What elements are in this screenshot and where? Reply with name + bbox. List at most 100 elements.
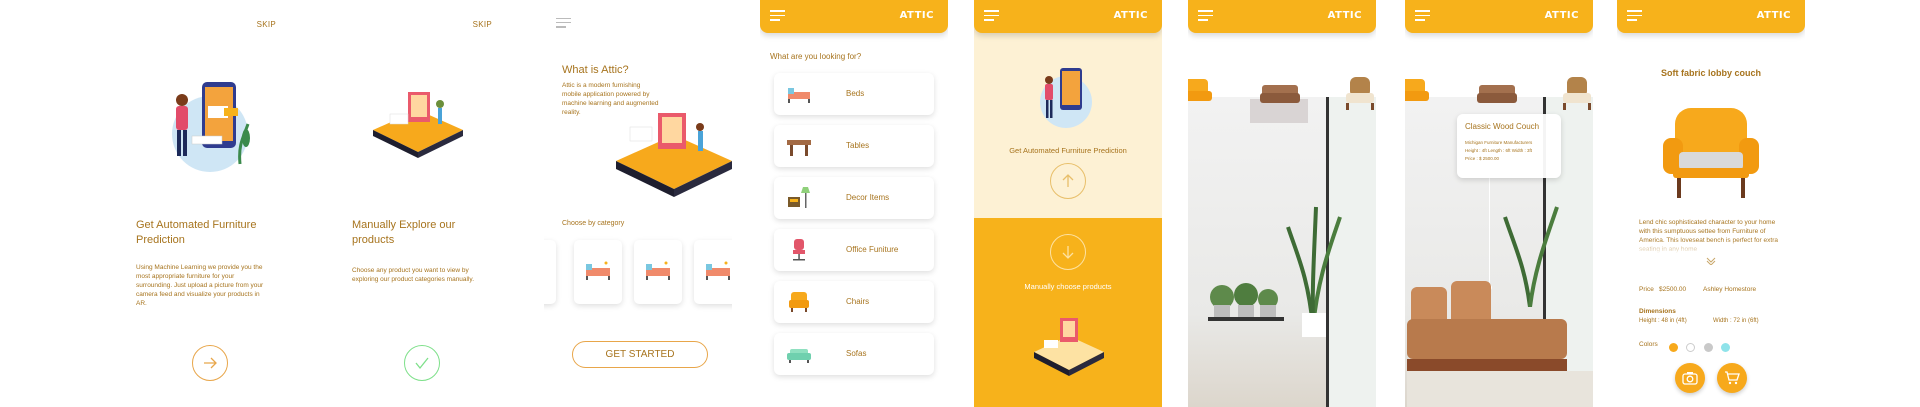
onboarding-screen-auto: SKIP Get Automated Furniture Prediction …: [110, 0, 298, 407]
category-label: Office Funiture: [846, 245, 899, 254]
product-title: Soft fabric lobby couch: [1660, 68, 1761, 78]
manual-choose-panel[interactable]: Manually choose products: [974, 218, 1162, 407]
camera-icon: [1682, 372, 1698, 385]
app-header: ATTIC: [1188, 0, 1376, 33]
phone-ar-illustration: [1040, 68, 1092, 128]
menu-icon[interactable]: [556, 18, 571, 29]
category-label: Beds: [846, 89, 865, 98]
height-value: Height : 48 in (4ft): [1639, 318, 1687, 324]
furniture-strip: [1405, 33, 1593, 110]
app-header: ATTIC: [1405, 0, 1593, 33]
category-item-sofas[interactable]: Sofas: [774, 333, 934, 375]
onboarding-title: Manually Explore our products: [352, 219, 456, 246]
category-thumb[interactable]: [634, 240, 682, 304]
isometric-room-illustration: [373, 92, 463, 158]
add-to-cart-button[interactable]: [1717, 363, 1747, 393]
category-label: Chairs: [846, 297, 870, 306]
office-chair-icon: [793, 239, 805, 261]
skip-button[interactable]: SKIP: [473, 20, 492, 29]
small-plants-image: [1208, 283, 1284, 321]
color-swatch-cyan[interactable]: [1721, 343, 1731, 353]
dimensions-label: Dimensions: [1639, 308, 1676, 315]
manual-choose-label: Manually choose products: [1024, 282, 1112, 291]
sofa-thumb[interactable]: [1258, 75, 1302, 111]
app-logo: ATTIC: [1756, 10, 1791, 21]
product-info-dimensions: Height : 4ft Length : 6ft Width : 3ft: [1465, 148, 1533, 153]
checkmark-icon: [415, 357, 429, 370]
bed-icon: [646, 261, 670, 280]
couch-ar-model: [1407, 281, 1593, 407]
get-started-button[interactable]: GET STARTED: [572, 341, 708, 368]
price-label: Price: [1639, 286, 1654, 293]
browse-button[interactable]: [1050, 234, 1086, 270]
category-thumb[interactable]: [544, 240, 556, 304]
categories-prompt: What are you looking for?: [770, 52, 862, 61]
lamp-icon: [788, 187, 810, 208]
app-logo: ATTIC: [1327, 10, 1362, 21]
product-description: Lend chic sophisticated character to you…: [1639, 219, 1778, 253]
upload-button[interactable]: [1050, 163, 1086, 199]
classic-chair-thumb[interactable]: [1338, 75, 1376, 111]
app-logo: ATTIC: [899, 10, 934, 21]
next-button[interactable]: [192, 345, 228, 381]
arrow-right-icon: [204, 357, 217, 369]
app-logo: ATTIC: [1544, 10, 1579, 21]
menu-icon[interactable]: [1415, 10, 1430, 21]
arrow-down-icon: [1062, 246, 1074, 259]
onboarding-description: Choose any product you want to view by e…: [352, 267, 475, 283]
onboarding-screen-manual: SKIP Manually Explore our products Choos…: [326, 0, 514, 407]
color-swatch-gray[interactable]: [1703, 343, 1713, 353]
room-camera-view: [1188, 97, 1376, 407]
sofa-thumb[interactable]: [1475, 75, 1519, 111]
onboarding-description: Using Machine Learning we provide you th…: [136, 264, 264, 307]
skip-button[interactable]: SKIP: [257, 20, 276, 29]
ar-view-screen: ATTIC: [1188, 0, 1376, 407]
confirm-button[interactable]: [404, 345, 440, 381]
category-label: Tables: [846, 141, 870, 150]
armchair-icon: [789, 292, 809, 312]
plant-image: [1286, 206, 1342, 337]
app-header: ATTIC: [760, 0, 948, 33]
armchair-product-image: [1663, 108, 1759, 198]
isometric-room-illustration: [1034, 318, 1104, 376]
price-value: $2500.00: [1659, 286, 1687, 293]
chevron-down-icon[interactable]: [1706, 257, 1716, 265]
product-info-card[interactable]: Classic Wood Couch Michigan Furniture Ma…: [1457, 114, 1561, 178]
ar-camera-button[interactable]: [1675, 363, 1705, 393]
product-info-maker: Michigan Furniture Manufacturers: [1465, 140, 1533, 145]
table-icon: [787, 140, 811, 156]
bed-icon: [788, 88, 810, 103]
menu-icon[interactable]: [1627, 10, 1642, 21]
auto-prediction-label: Get Automated Furniture Prediction: [1009, 146, 1127, 155]
app-header: ATTIC: [1617, 0, 1805, 33]
category-item-tables[interactable]: Tables: [774, 125, 934, 167]
app-header: ATTIC: [974, 0, 1162, 33]
about-title: What is Attic?: [562, 64, 629, 76]
category-item-office[interactable]: Office Funiture: [774, 229, 934, 271]
color-swatch-orange[interactable]: [1669, 343, 1678, 353]
category-thumb[interactable]: [694, 240, 732, 304]
bed-icon: [586, 261, 610, 280]
menu-icon[interactable]: [984, 10, 999, 21]
category-item-decor[interactable]: Decor Items: [774, 177, 934, 219]
armchair-thumb[interactable]: [1405, 75, 1435, 111]
color-swatches: [1669, 339, 1734, 357]
isometric-room-illustration: [616, 113, 732, 197]
arrow-up-icon: [1062, 174, 1074, 187]
width-value: Width : 72 in (6ft): [1713, 318, 1759, 324]
category-item-beds[interactable]: Beds: [774, 73, 934, 115]
category-thumb[interactable]: [574, 240, 622, 304]
menu-icon[interactable]: [1198, 10, 1213, 21]
colors-label: Colors: [1639, 341, 1658, 348]
classic-chair-thumb[interactable]: [1555, 75, 1593, 111]
bed-icon: [706, 261, 730, 280]
ar-placed-screen: Classic Wood Couch Michigan Furniture Ma…: [1405, 0, 1593, 407]
color-swatch-white[interactable]: [1686, 343, 1696, 353]
sofa-icon: [787, 349, 811, 363]
onboarding-title: Get Automated Furniture Prediction: [136, 219, 257, 246]
product-info-title: Classic Wood Couch: [1465, 122, 1540, 131]
categories-screen: ATTIC What are you looking for? Beds Tab…: [760, 0, 948, 407]
armchair-thumb[interactable]: [1188, 75, 1218, 111]
menu-icon[interactable]: [770, 10, 785, 21]
category-item-chairs[interactable]: Chairs: [774, 281, 934, 323]
